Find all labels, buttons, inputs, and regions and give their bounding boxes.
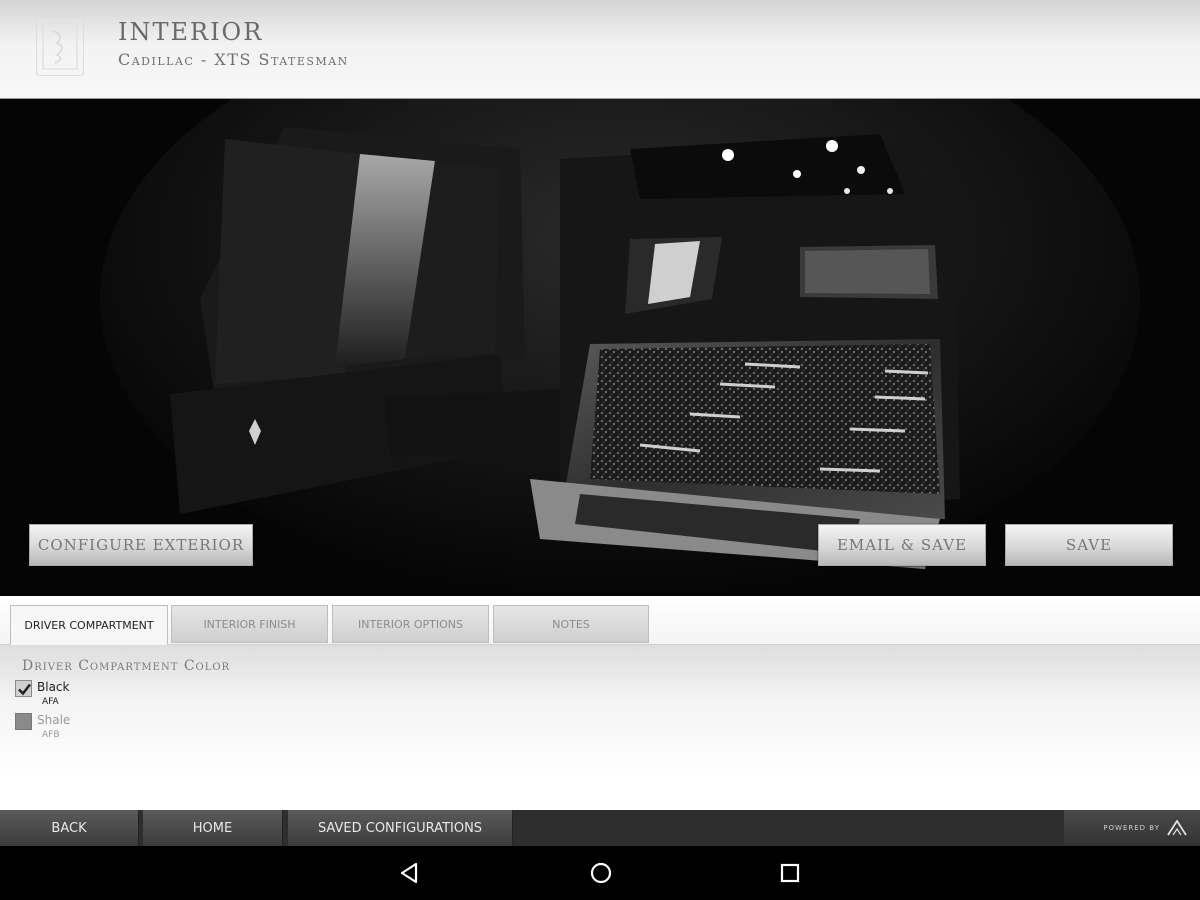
interior-3d-viewer[interactable]: Configure Exterior Email & Save Save [0, 99, 1200, 596]
option-code: AFB [42, 730, 60, 740]
saved-configurations-button[interactable]: Saved Configurations [288, 810, 513, 846]
tab-driver-compartment[interactable]: Driver Compartment [10, 605, 168, 645]
system-navigation-bar [0, 846, 1200, 900]
circle-home-icon[interactable] [587, 859, 615, 887]
tab-notes[interactable]: Notes [493, 605, 649, 643]
triangle-back-icon[interactable] [396, 859, 424, 887]
configure-exterior-button[interactable]: Configure Exterior [29, 524, 253, 566]
driver-compartment-content: Driver Compartment Color Black AFA Shale… [0, 645, 1200, 810]
vehicle-subtitle: Cadillac - XTS Statesman [118, 50, 349, 69]
save-button[interactable]: Save [1005, 524, 1173, 566]
option-name: Shale [37, 713, 71, 727]
powered-by-text: Powered by [1103, 824, 1160, 832]
option-code: AFA [42, 697, 59, 707]
tab-interior-finish[interactable]: Interior Finish [171, 605, 328, 643]
bottom-navigation: Back Home Saved Configurations Powered b… [0, 810, 1200, 846]
home-button[interactable]: Home [143, 810, 283, 846]
email-save-button[interactable]: Email & Save [818, 524, 986, 566]
option-name: Black [37, 680, 70, 694]
tab-interior-options[interactable]: Interior Options [332, 605, 489, 643]
checkbox-shale[interactable] [15, 713, 32, 730]
vendor-logo-icon [1167, 820, 1187, 836]
checkmark-icon [18, 683, 31, 696]
brand-logo-icon [36, 16, 84, 76]
section-label: Driver Compartment Color [22, 658, 231, 674]
tab-bar: Driver Compartment Interior Finish Inter… [0, 596, 1200, 645]
options-panel: Driver Compartment Interior Finish Inter… [0, 596, 1200, 810]
hearse-interior-render [0, 99, 1200, 596]
back-button[interactable]: Back [0, 810, 139, 846]
page-title: Interior [118, 18, 264, 46]
app-header: Interior Cadillac - XTS Statesman [0, 0, 1200, 99]
square-recents-icon[interactable] [776, 859, 804, 887]
powered-by-badge: Powered by [1064, 810, 1200, 846]
checkbox-black[interactable] [15, 680, 32, 697]
